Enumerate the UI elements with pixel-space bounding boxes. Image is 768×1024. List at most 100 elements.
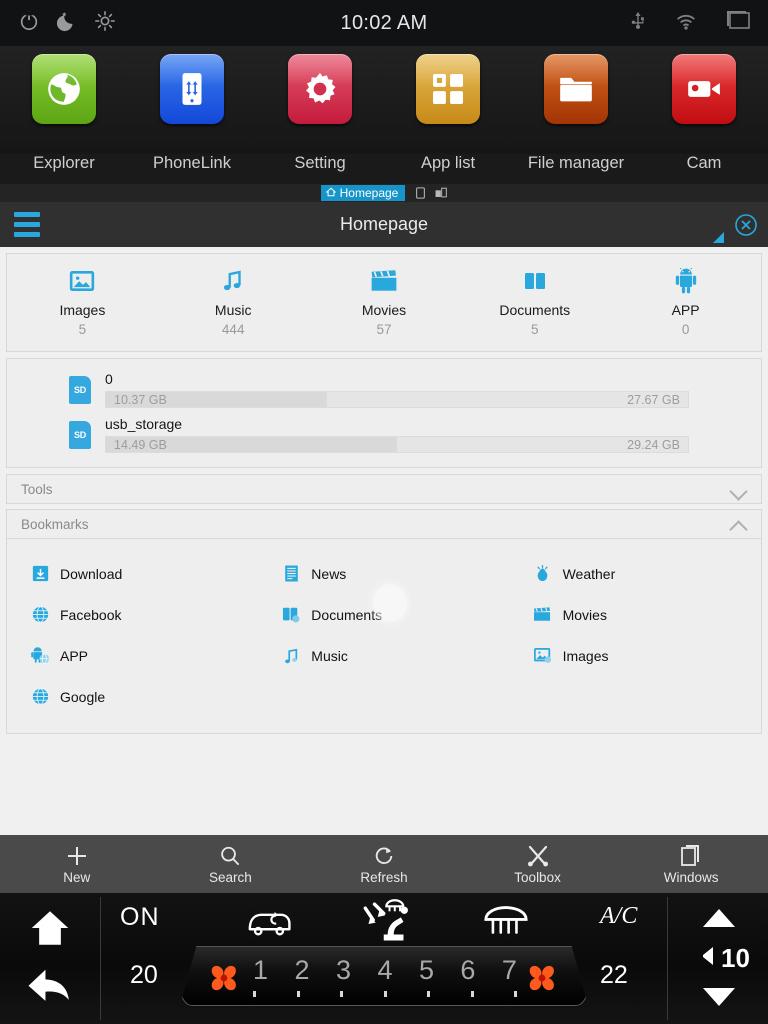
fan-speed-panel[interactable]: 1 2 3 4 5 6 7 bbox=[180, 946, 588, 1006]
volume-level: 10 bbox=[721, 943, 750, 974]
windows-icon[interactable] bbox=[724, 9, 752, 38]
section-title: Tools bbox=[21, 482, 731, 497]
storage-row-usb[interactable]: SD usb_storage 14.49 GB 29.24 GB bbox=[7, 412, 761, 457]
bookmark-facebook[interactable]: Facebook bbox=[7, 594, 258, 635]
fan-level-ticks bbox=[253, 991, 517, 997]
close-icon[interactable] bbox=[734, 213, 758, 242]
music-note-icon bbox=[158, 266, 309, 296]
ac-label[interactable]: A/C bbox=[600, 903, 637, 930]
clapperboard-icon bbox=[309, 266, 460, 296]
dock-label-filemanager: File manager bbox=[512, 154, 640, 184]
cam-app-icon[interactable] bbox=[672, 54, 736, 124]
dock-item-explorer[interactable] bbox=[0, 54, 128, 124]
book-icon bbox=[280, 605, 302, 625]
dock-item-phonelink[interactable] bbox=[128, 54, 256, 124]
status-bar-right-icons bbox=[628, 0, 752, 46]
bookmark-label: Weather bbox=[563, 566, 616, 582]
category-documents[interactable]: Documents 5 bbox=[459, 266, 610, 337]
phonelink-app-icon[interactable] bbox=[160, 54, 224, 124]
toolbar-toolbox[interactable]: Toolbox bbox=[461, 843, 615, 885]
filemanager-app-icon[interactable] bbox=[544, 54, 608, 124]
fan-level[interactable]: 5 bbox=[419, 955, 434, 986]
explorer-app-icon[interactable] bbox=[32, 54, 96, 124]
tools-icon bbox=[461, 843, 615, 869]
toolbar-label: Windows bbox=[614, 870, 768, 885]
bookmark-label: Images bbox=[563, 648, 609, 664]
face-vent-icon[interactable] bbox=[360, 895, 418, 950]
fan-speed-levels: 1 2 3 4 5 6 7 bbox=[253, 955, 517, 986]
sd-card-icon: SD bbox=[69, 421, 91, 449]
temperature-left[interactable]: 20 bbox=[130, 961, 158, 990]
back-arrow-icon[interactable] bbox=[26, 965, 72, 1010]
triangle-up-icon[interactable] bbox=[702, 907, 736, 934]
usb-icon bbox=[628, 10, 648, 37]
bookmark-news[interactable]: News bbox=[258, 553, 509, 594]
bookmark-movies[interactable]: Movies bbox=[510, 594, 761, 635]
dock-item-applist[interactable] bbox=[384, 54, 512, 124]
plus-icon bbox=[0, 843, 154, 869]
fan-level[interactable]: 6 bbox=[460, 955, 475, 986]
toolbar-windows[interactable]: Windows bbox=[614, 843, 768, 885]
toolbar-search[interactable]: Search bbox=[154, 843, 308, 885]
category-count: 0 bbox=[610, 322, 761, 337]
storage-body: 0 10.37 GB 27.67 GB bbox=[105, 371, 751, 408]
rear-defog-icon[interactable] bbox=[482, 905, 530, 944]
category-app[interactable]: APP 0 bbox=[610, 266, 761, 337]
status-bar: 10:02 AM bbox=[0, 0, 768, 46]
fan-icon-right[interactable] bbox=[525, 961, 559, 995]
section-header-tools[interactable]: Tools bbox=[6, 474, 762, 504]
devices-icon[interactable] bbox=[435, 186, 447, 200]
category-count: 444 bbox=[158, 322, 309, 337]
section-header-bookmarks[interactable]: Bookmarks bbox=[6, 509, 762, 539]
bookmark-images[interactable]: Images bbox=[510, 635, 761, 676]
toolbar-refresh[interactable]: Refresh bbox=[307, 843, 461, 885]
toolbar-new[interactable]: New bbox=[0, 843, 154, 885]
image-icon bbox=[532, 646, 554, 666]
category-images[interactable]: Images 5 bbox=[7, 266, 158, 337]
air-recirculation-icon[interactable] bbox=[245, 905, 293, 944]
volume-column: 10 bbox=[668, 893, 768, 1024]
temperature-right[interactable]: 22 bbox=[600, 961, 628, 990]
book-icon bbox=[459, 266, 610, 296]
fan-level[interactable]: 1 bbox=[253, 955, 268, 986]
category-panel: Images 5 Music 444 Movies 57 bbox=[6, 253, 762, 352]
file-explorer-window: Homepage Images 5 bbox=[0, 202, 768, 862]
chevron-down-icon[interactable] bbox=[731, 484, 747, 494]
bookmark-music[interactable]: Music bbox=[258, 635, 509, 676]
setting-app-icon[interactable] bbox=[288, 54, 352, 124]
window-tab-strip: Homepage bbox=[0, 184, 768, 202]
fan-level[interactable]: 7 bbox=[502, 955, 517, 986]
android-icon bbox=[610, 266, 761, 296]
category-music[interactable]: Music 444 bbox=[158, 266, 309, 337]
bookmark-app[interactable]: APP bbox=[7, 635, 258, 676]
bookmark-google[interactable]: Google bbox=[7, 676, 258, 717]
bookmark-label: Documents bbox=[311, 607, 382, 623]
navigation-column bbox=[0, 893, 100, 1024]
bookmark-weather[interactable]: Weather bbox=[510, 553, 761, 594]
climate-power-label[interactable]: ON bbox=[120, 903, 160, 932]
chevron-up-icon[interactable] bbox=[731, 519, 747, 529]
tablet-icon[interactable] bbox=[414, 186, 426, 200]
fan-level[interactable]: 3 bbox=[336, 955, 351, 986]
dock-item-filemanager[interactable] bbox=[512, 54, 640, 124]
bookmark-download[interactable]: Download bbox=[7, 553, 258, 594]
triangle-down-icon[interactable] bbox=[702, 986, 736, 1013]
applist-app-icon[interactable] bbox=[416, 54, 480, 124]
bookmark-documents[interactable]: Documents bbox=[258, 594, 509, 635]
resize-handle-icon[interactable] bbox=[713, 232, 724, 243]
bookmark-label: News bbox=[311, 566, 346, 582]
category-movies[interactable]: Movies 57 bbox=[309, 266, 460, 337]
dock-item-cam[interactable] bbox=[640, 54, 768, 124]
storage-body: usb_storage 14.49 GB 29.24 GB bbox=[105, 416, 751, 453]
storage-row-internal[interactable]: SD 0 10.37 GB 27.67 GB bbox=[7, 367, 761, 412]
dock-item-setting[interactable] bbox=[256, 54, 384, 124]
category-count: 57 bbox=[309, 322, 460, 337]
home-icon[interactable] bbox=[28, 907, 72, 954]
bookmark-label: Music bbox=[311, 648, 348, 664]
fan-level[interactable]: 4 bbox=[377, 955, 392, 986]
fan-icon-left[interactable] bbox=[207, 961, 241, 995]
windows-icon bbox=[614, 843, 768, 869]
tab-homepage[interactable]: Homepage bbox=[321, 185, 406, 201]
fan-level[interactable]: 2 bbox=[294, 955, 309, 986]
sd-card-icon: SD bbox=[69, 376, 91, 404]
